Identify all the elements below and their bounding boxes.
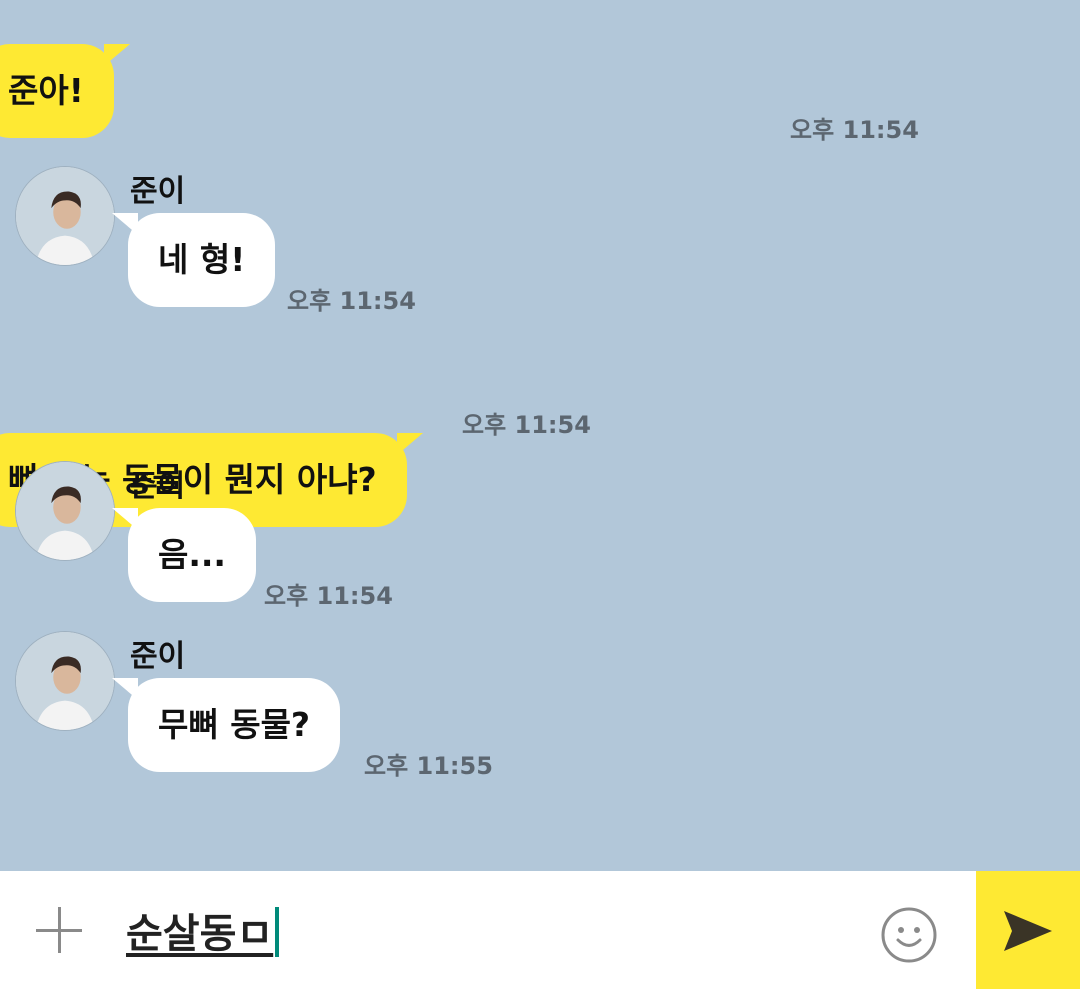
send-button[interactable]: [976, 871, 1080, 989]
avatar[interactable]: [15, 166, 115, 266]
message-input-value: 순살동ㅁ: [126, 911, 274, 957]
text-cursor: [275, 907, 280, 957]
message-bubble[interactable]: 무뼈 동물?: [111, 678, 341, 772]
message-bubble[interactable]: 준아!: [0, 44, 130, 138]
emoji-icon[interactable]: [880, 906, 938, 964]
profile-photo-icon: [16, 462, 114, 560]
message-outgoing: 준아! 오후 11:54: [0, 0, 1080, 144]
profile-photo-icon: [16, 167, 114, 265]
message-time: 오후 11:54: [790, 116, 919, 144]
message-time: 오후 11:55: [364, 752, 493, 780]
message-time: 오후 11:54: [264, 582, 393, 610]
avatar[interactable]: [15, 631, 115, 731]
message-bubble[interactable]: 네 형!: [111, 213, 276, 307]
send-icon: [1004, 911, 1052, 951]
sender-name: 준이: [130, 174, 186, 209]
sender-name: 준이: [130, 639, 186, 674]
sender-name: 준이: [130, 469, 186, 504]
chat-area: 준아! 오후 11:54 준이 네 형! 오후 11:54 뼈 없는 동물이 뭔…: [0, 0, 1080, 871]
avatar[interactable]: [15, 461, 115, 561]
plus-icon[interactable]: [34, 905, 84, 955]
profile-photo-icon: [16, 632, 114, 730]
message-time: 오후 11:54: [287, 287, 416, 315]
message-input[interactable]: 순살동ㅁ: [126, 901, 280, 959]
message-time: 오후 11:54: [462, 411, 591, 439]
message-bubble[interactable]: 음...: [112, 508, 256, 602]
